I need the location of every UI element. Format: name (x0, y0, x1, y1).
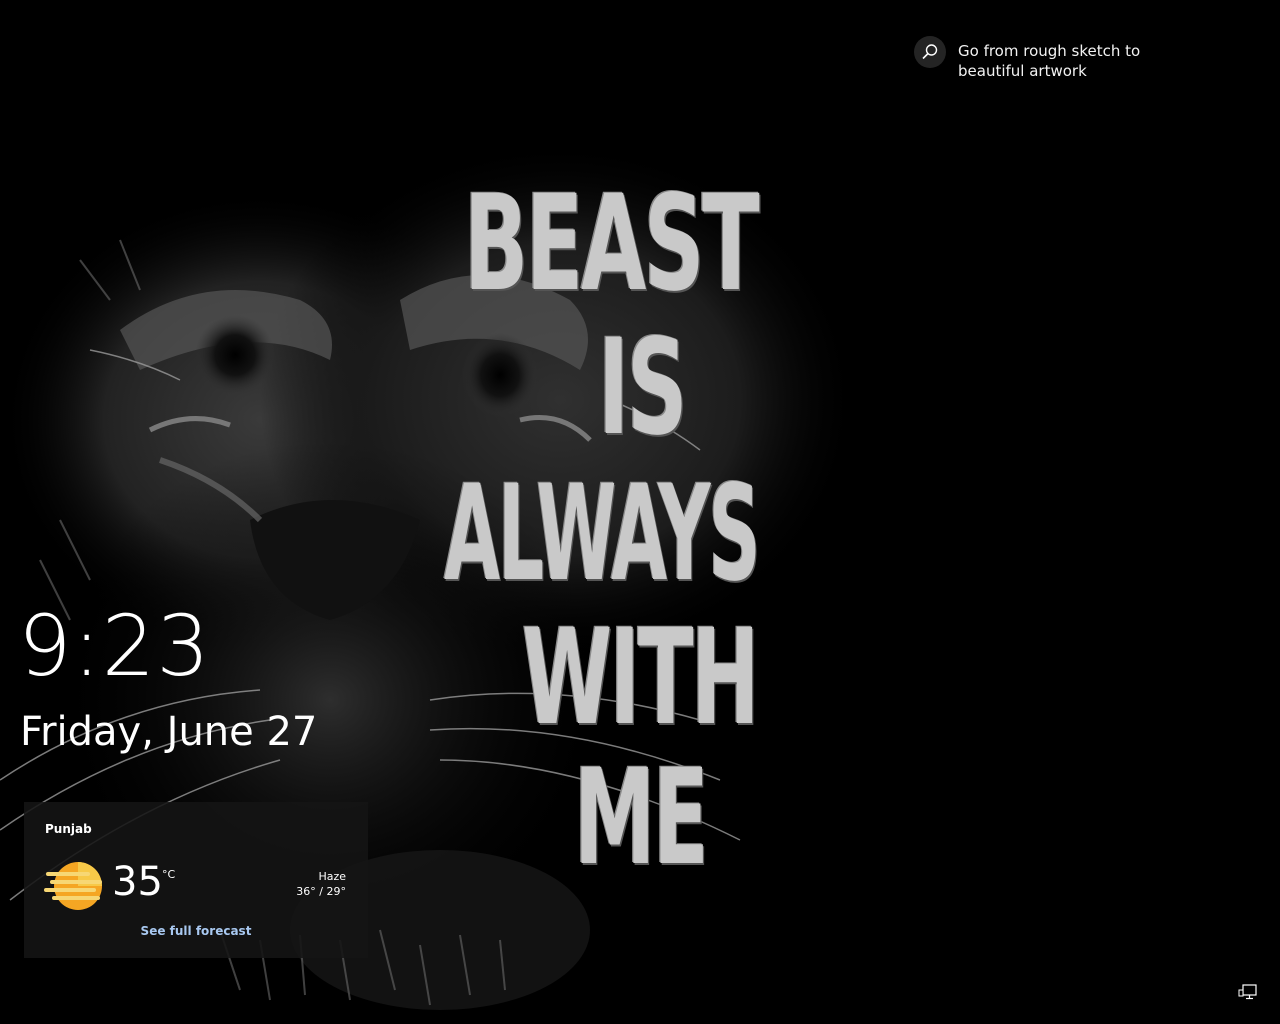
weather-unit: °C (162, 868, 176, 881)
haze-sun-icon (44, 862, 102, 910)
weather-range: 36° / 29° (296, 885, 346, 898)
clock-date: Friday, June 27 (20, 709, 318, 755)
weather-card[interactable]: Punjab 35 °C Haze 36° / 29° See full for… (24, 802, 368, 958)
weather-location: Punjab (45, 822, 92, 836)
see-full-forecast-link[interactable]: See full forecast (24, 924, 368, 938)
clock-time: 9:23 (18, 597, 211, 695)
search-icon (914, 36, 946, 68)
network-icon[interactable] (1238, 984, 1258, 1002)
spotlight-text: Go from rough sketch to beautiful artwor… (958, 42, 1141, 80)
lock-screen: BEAST IS ALWAYS WITH ME Go from rough sk… (0, 0, 1280, 1024)
weather-temperature: 35 (112, 859, 163, 905)
weather-condition: Haze (318, 870, 346, 883)
spotlight-tip[interactable]: Go from rough sketch to beautiful artwor… (914, 36, 1214, 92)
